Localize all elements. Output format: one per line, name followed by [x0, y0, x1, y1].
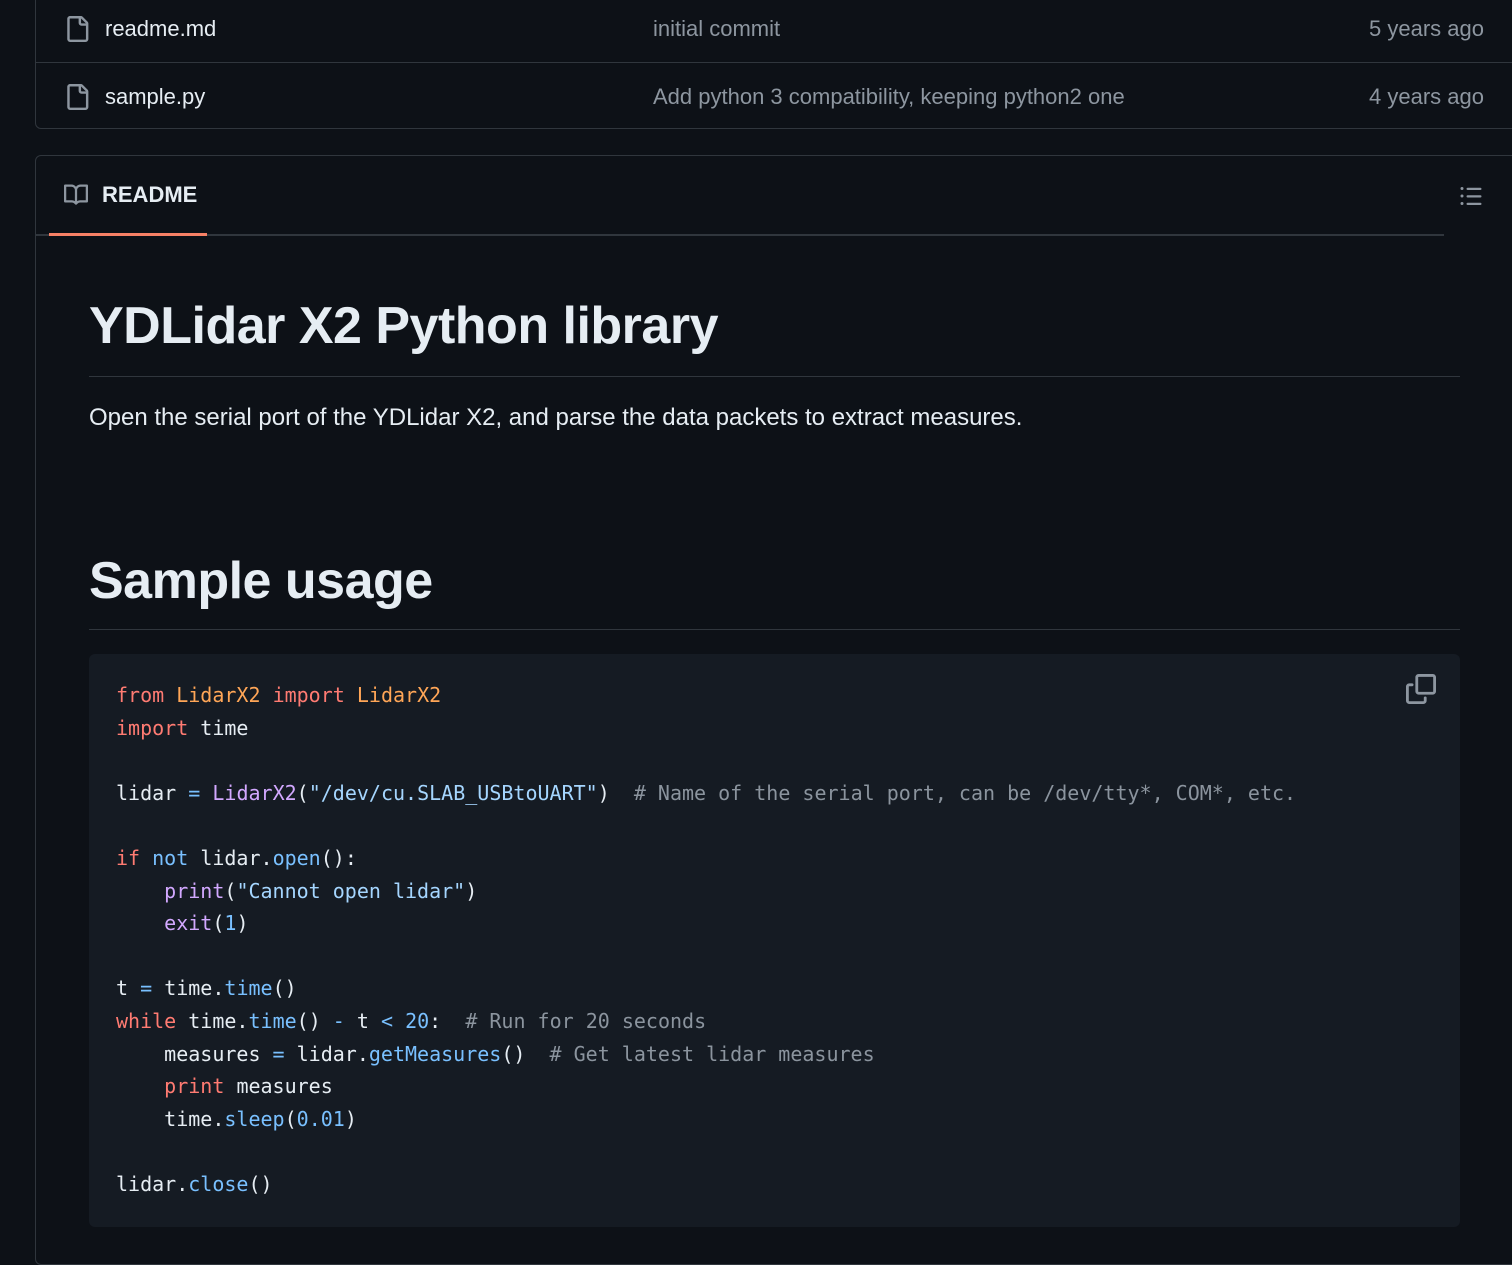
code-comment: # Run for 20 seconds — [465, 1008, 707, 1033]
code-token: "Cannot open lidar" — [236, 878, 466, 903]
code-token: () — [296, 1008, 321, 1033]
code-comment: # Get latest lidar measures — [549, 1041, 875, 1066]
code-token: ( — [296, 780, 309, 805]
code-token: 1 — [224, 911, 237, 936]
code-token: time. — [164, 976, 225, 1001]
code-comment: # Name of the serial port, can be /dev/t… — [633, 780, 1297, 805]
code-token: = — [188, 780, 201, 805]
code-token: t — [356, 1008, 369, 1033]
code-token: () — [272, 976, 297, 1001]
code-token: from — [116, 683, 165, 707]
tab-readme-label: README — [102, 181, 198, 207]
code-token: if — [116, 845, 141, 870]
code-token: - — [332, 1008, 345, 1033]
code-token: t — [116, 976, 129, 1001]
code-content: from LidarX2 import LidarX2 import time … — [116, 679, 1296, 1201]
readme-title: YDLidar X2 Python library — [89, 294, 1460, 377]
file-name-link[interactable]: readme.md — [105, 16, 216, 42]
code-token: LidarX2 — [176, 683, 261, 707]
commit-message-link[interactable]: initial commit — [653, 16, 780, 42]
code-block: from LidarX2 import LidarX2 import time … — [89, 654, 1460, 1227]
code-token: measures — [236, 1074, 333, 1099]
file-row[interactable]: sample.py Add python 3 compatibility, ke… — [36, 63, 1512, 130]
code-token: LidarX2 — [356, 683, 442, 707]
code-token: ) — [236, 911, 249, 936]
code-token: import — [116, 715, 189, 740]
code-token: ) — [597, 780, 610, 805]
code-token: getMeasures — [368, 1041, 502, 1066]
code-token: lidar — [116, 780, 177, 805]
code-token: time — [200, 715, 249, 740]
code-token: ( — [284, 1106, 297, 1131]
code-token: () — [248, 1171, 273, 1196]
code-token: print — [164, 1074, 225, 1099]
code-token: "/dev/cu.SLAB_USBtoUART" — [308, 780, 598, 805]
code-token: ) — [465, 878, 478, 903]
readme-header: README — [36, 156, 1444, 236]
commit-message-link[interactable]: Add python 3 compatibility, keeping pyth… — [653, 84, 1125, 110]
code-token: lidar. — [116, 1171, 189, 1196]
code-token: time — [224, 976, 273, 1001]
list-unordered-icon[interactable] — [1458, 184, 1484, 208]
commit-age: 4 years ago — [1369, 83, 1484, 109]
code-token: (): — [320, 845, 357, 870]
file-name-link[interactable]: sample.py — [105, 84, 205, 110]
code-token: = — [272, 1041, 285, 1066]
code-token: = — [140, 976, 153, 1001]
code-token: LidarX2 — [212, 780, 297, 805]
code-token: close — [188, 1171, 249, 1196]
code-token: ( — [224, 878, 237, 903]
section-heading: Sample usage — [89, 549, 1460, 630]
code-token: while — [116, 1008, 177, 1033]
code-token: measures — [164, 1041, 261, 1066]
code-token: lidar. — [296, 1041, 369, 1066]
code-token: not — [152, 845, 189, 870]
code-token: 0.01 — [296, 1106, 345, 1131]
code-token: open — [272, 845, 321, 870]
file-icon — [67, 83, 89, 110]
code-token: 20 — [405, 1008, 430, 1033]
code-token: < — [380, 1008, 394, 1033]
file-list: readme.md initial commit 5 years ago sam… — [35, 0, 1512, 129]
code-token: () — [501, 1041, 526, 1066]
code-token: ) — [344, 1106, 357, 1131]
code-token: : — [429, 1008, 442, 1033]
copy-icon[interactable] — [1406, 674, 1436, 704]
code-token: time. — [164, 1106, 225, 1131]
code-token: import — [272, 683, 345, 707]
commit-age: 5 years ago — [1369, 16, 1484, 41]
code-token: exit — [164, 911, 213, 936]
code-token: time. — [188, 1008, 249, 1033]
code-token: ( — [212, 911, 225, 936]
readme-panel: README YDLidar X2 Python library Open th… — [35, 155, 1512, 1265]
code-token: sleep — [224, 1106, 285, 1131]
code-token: lidar. — [200, 845, 273, 870]
file-icon — [67, 16, 89, 42]
tab-readme[interactable]: README — [49, 156, 207, 236]
code-token: print — [164, 878, 225, 903]
readme-description: Open the serial port of the YDLidar X2, … — [89, 404, 1023, 431]
file-row[interactable]: readme.md initial commit 5 years ago — [36, 0, 1512, 63]
code-token: time — [248, 1008, 297, 1033]
book-icon — [64, 184, 89, 205]
